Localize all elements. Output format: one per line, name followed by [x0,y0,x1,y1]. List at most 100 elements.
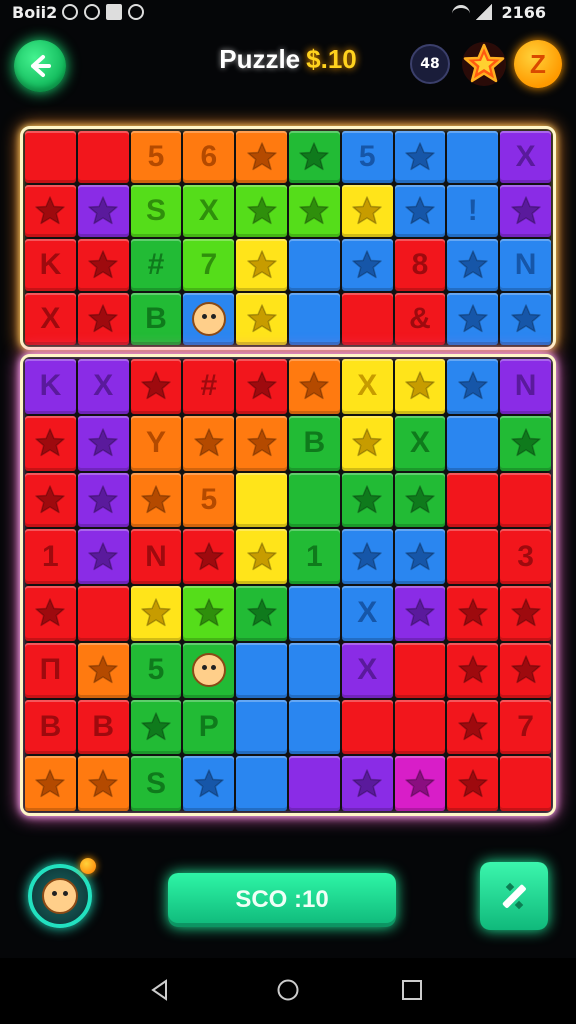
tile[interactable]: K [25,239,76,291]
tile[interactable] [288,293,340,345]
tile[interactable]: N [500,239,551,291]
tile[interactable]: S [130,185,182,237]
tile[interactable] [236,359,287,414]
tile[interactable] [394,586,446,641]
tile[interactable]: 5 [130,642,182,698]
tile[interactable] [236,586,287,641]
tile[interactable] [183,529,235,584]
tile[interactable] [500,415,551,471]
tile[interactable] [236,239,287,291]
tile[interactable]: B [288,415,340,471]
tile[interactable] [447,642,499,698]
tile[interactable]: 5 [183,472,235,528]
tile[interactable]: 6 [183,131,235,183]
tile[interactable] [341,185,393,237]
tile[interactable]: 8 [394,239,446,291]
tile[interactable] [341,415,393,471]
tile[interactable] [236,293,287,345]
tile[interactable]: B [130,293,182,345]
tile[interactable] [500,642,551,698]
tile[interactable] [25,472,76,528]
tile[interactable] [183,586,235,641]
tile[interactable] [77,586,129,641]
tile[interactable] [447,699,499,755]
tile[interactable]: 1 [25,529,76,584]
tile[interactable] [77,185,129,237]
tile[interactable] [236,415,287,471]
tile[interactable] [447,586,499,641]
tile[interactable] [288,359,340,414]
tile[interactable]: X [394,415,446,471]
tile[interactable]: Y [130,415,182,471]
tile[interactable] [236,472,287,528]
tile[interactable] [183,756,235,811]
tile[interactable] [130,699,182,755]
tile[interactable] [394,472,446,528]
tile[interactable]: # [183,359,235,414]
recents-icon[interactable] [400,978,424,1002]
player-avatar[interactable] [28,864,92,928]
tile[interactable] [77,642,129,698]
tile[interactable] [25,131,76,183]
tile[interactable] [25,756,76,811]
tile[interactable]: & [394,293,446,345]
tile[interactable]: N [130,529,182,584]
home-icon[interactable] [276,978,300,1002]
tile[interactable] [288,472,340,528]
tile[interactable]: B [77,699,129,755]
tile[interactable] [500,293,551,345]
back-icon[interactable] [148,978,172,1002]
tile[interactable]: # [130,239,182,291]
tile[interactable] [77,756,129,811]
tile[interactable] [236,699,287,755]
tile[interactable]: 7 [183,239,235,291]
tile[interactable]: П [25,642,76,698]
tile[interactable] [447,359,499,414]
tile[interactable] [236,642,287,698]
tile[interactable] [288,586,340,641]
star-icon[interactable] [460,40,508,88]
tile[interactable]: 5 [341,131,393,183]
hint-tool-button[interactable] [480,862,548,930]
tile[interactable] [183,642,235,698]
coin-button[interactable]: Z [514,40,562,88]
tile[interactable] [394,699,446,755]
tile[interactable] [236,131,287,183]
tile[interactable] [500,586,551,641]
tile[interactable] [130,472,182,528]
score-button[interactable]: SCO :10 [168,873,396,927]
tile[interactable] [447,293,499,345]
tile[interactable] [447,415,499,471]
tile[interactable] [288,239,340,291]
tile[interactable] [288,642,340,698]
tile[interactable]: K [25,359,76,414]
tile[interactable] [77,415,129,471]
tile[interactable] [236,185,287,237]
tile[interactable]: 5 [130,131,182,183]
tile[interactable] [500,472,551,528]
tile[interactable] [183,415,235,471]
tile[interactable] [183,293,235,345]
tile[interactable]: S [130,756,182,811]
tile[interactable] [77,239,129,291]
tile[interactable]: X [183,185,235,237]
tile[interactable] [394,642,446,698]
tile[interactable] [130,586,182,641]
tile[interactable]: X [341,586,393,641]
tile[interactable] [447,529,499,584]
tile[interactable] [447,472,499,528]
tile[interactable] [288,699,340,755]
tile[interactable] [341,472,393,528]
tile[interactable] [394,756,446,811]
tile[interactable] [394,529,446,584]
tile[interactable] [25,415,76,471]
tile[interactable] [77,472,129,528]
tile[interactable] [288,185,340,237]
tile[interactable] [447,131,499,183]
tile[interactable] [447,239,499,291]
tile[interactable] [341,529,393,584]
tile[interactable]: B [25,699,76,755]
tile[interactable] [500,185,551,237]
tile[interactable] [341,756,393,811]
tile[interactable] [236,756,287,811]
